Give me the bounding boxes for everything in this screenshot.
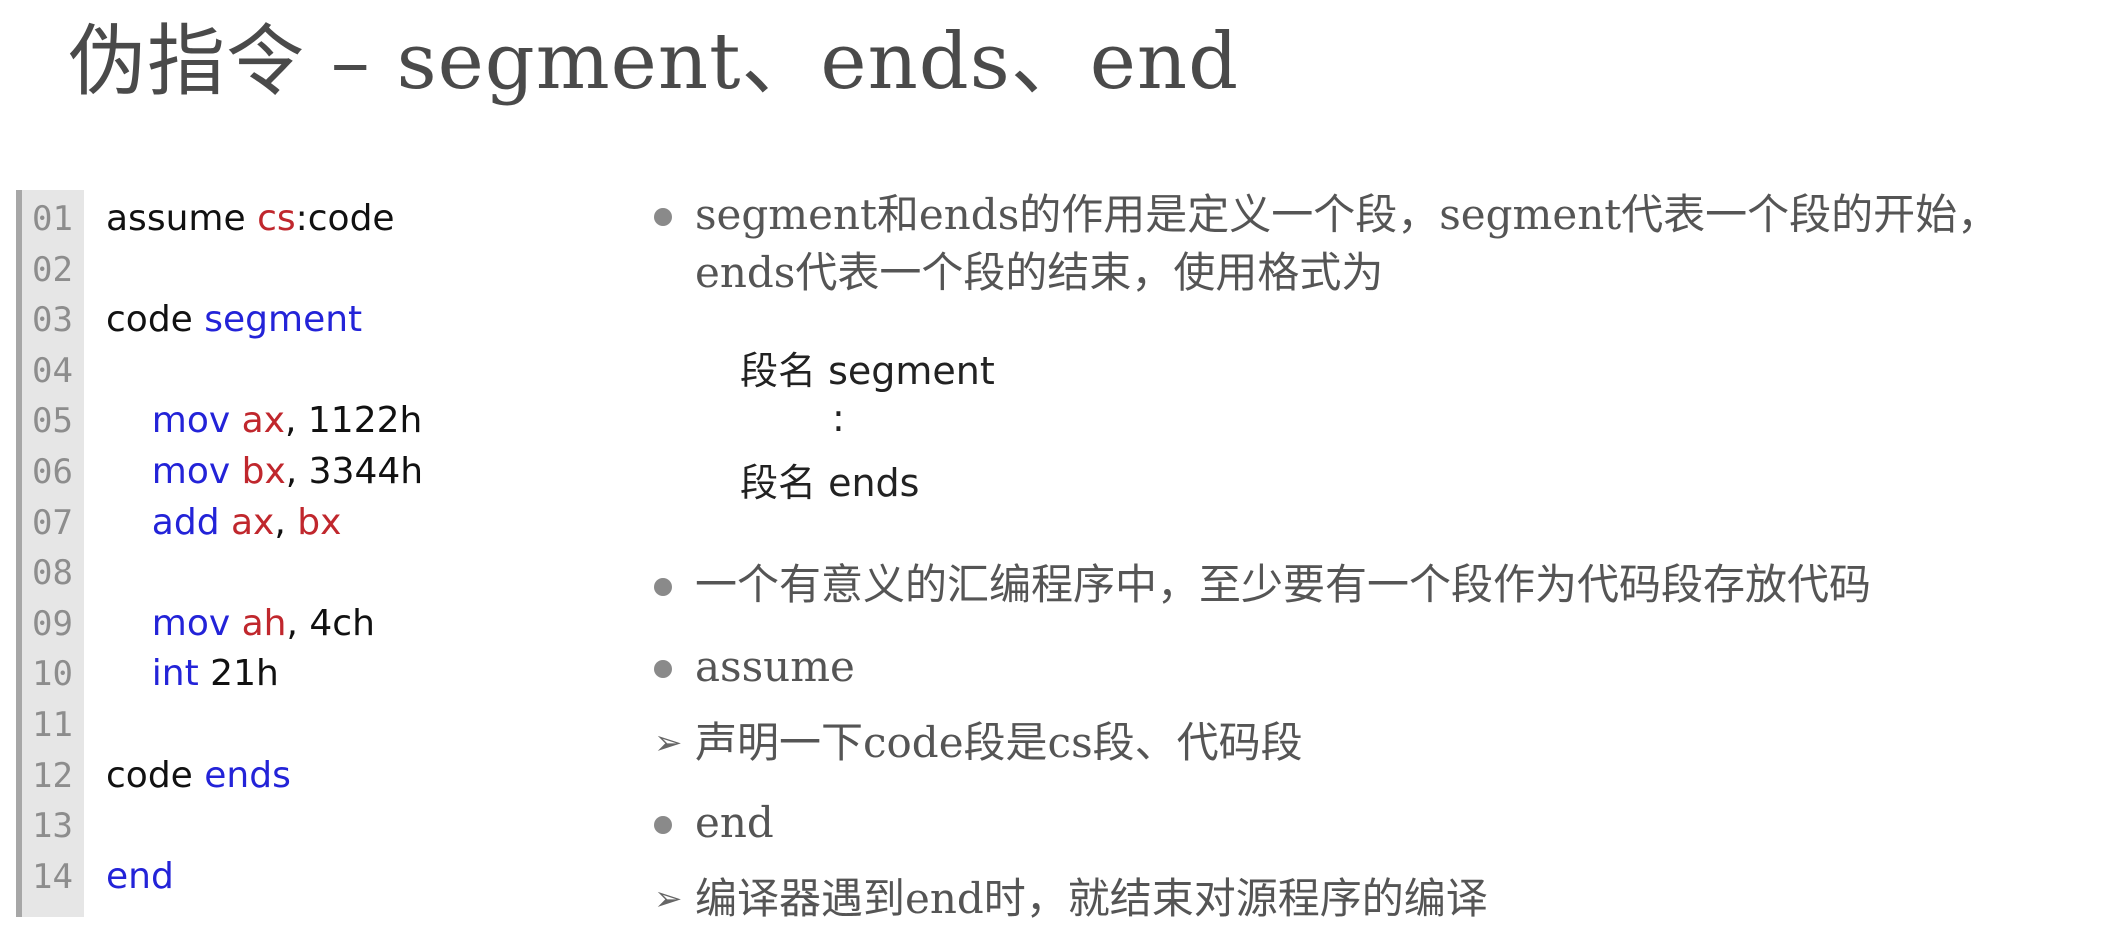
bullet-dot-icon <box>654 208 672 226</box>
code-token-reg: bx <box>241 451 286 492</box>
code-line: 02 <box>16 245 576 296</box>
code-text: add ax, bx <box>106 498 342 548</box>
code-token-kw: ends <box>204 754 291 796</box>
code-token-plain: code <box>106 754 205 796</box>
code-token-reg: bx <box>297 501 342 543</box>
code-text: int 21h <box>106 649 279 699</box>
arrow-right-icon: ➢ <box>654 723 683 763</box>
line-number: 08 <box>32 553 73 594</box>
code-line: 05 mov ax, 1122h <box>16 396 576 447</box>
format-line-ends: 段名 ends <box>740 461 920 505</box>
line-number: 03 <box>32 300 73 341</box>
code-token-num: 21h <box>210 653 279 695</box>
line-number: 05 <box>32 401 73 442</box>
code-token-plain: :code <box>295 198 395 239</box>
code-token-reg: ah <box>241 602 287 644</box>
code-line: 06 mov bx, 3344h <box>16 447 576 498</box>
code-text: code segment <box>106 295 362 345</box>
code-token-kw: add <box>151 501 231 543</box>
code-token-plain: , <box>285 400 308 442</box>
arrow-right-icon: ➢ <box>654 879 683 919</box>
code-token-num: 3344h <box>308 451 424 492</box>
code-token-kw: mov <box>151 400 242 442</box>
code-line: 03 code segment <box>16 295 576 346</box>
code-token-kw: mov <box>151 602 242 644</box>
code-token-kw: mov <box>151 451 242 492</box>
code-line: 12 code ends <box>16 751 576 802</box>
code-token-num: 4ch <box>309 602 375 644</box>
line-number: 01 <box>32 199 73 239</box>
code-text: code ends <box>106 751 291 801</box>
code-text: assume cs:code <box>106 194 395 244</box>
code-text: mov bx, 3344h <box>106 447 423 497</box>
code-line: 04 <box>16 346 576 397</box>
code-token-plain: code <box>106 299 205 341</box>
line-number: 06 <box>32 452 73 492</box>
code-line: 09 mov ah, 4ch <box>16 599 576 650</box>
bullet-dot-icon <box>654 660 672 678</box>
line-number: 02 <box>32 249 73 290</box>
line-number: 11 <box>32 705 73 745</box>
code-token-plain: , <box>274 501 298 543</box>
code-line: 13 <box>16 801 576 852</box>
code-token-reg: ax <box>241 400 285 442</box>
code-line: 01 assume cs:code <box>16 194 576 245</box>
bullet-dot-icon <box>654 816 672 834</box>
format-line-colon: : <box>832 396 845 440</box>
code-token-kw: segment <box>204 299 363 341</box>
code-line: 14 end <box>16 852 576 903</box>
line-number: 12 <box>32 755 73 796</box>
page-title: 伪指令 – segment、ends、end <box>68 17 1240 107</box>
line-number: 09 <box>32 603 73 644</box>
bullet-dot-icon <box>654 578 672 596</box>
line-number: 04 <box>32 350 73 391</box>
code-token-num: 1122h <box>307 400 423 442</box>
line-number: 14 <box>32 856 73 897</box>
code-line: 08 <box>16 548 576 599</box>
code-text: end <box>106 852 174 902</box>
code-line: 07 add ax, bx <box>16 498 576 549</box>
code-line: 11 <box>16 700 576 751</box>
code-token-kw: end <box>106 855 174 897</box>
code-text: mov ax, 1122h <box>106 396 423 446</box>
format-line-segment: 段名 segment <box>740 349 995 393</box>
line-number: 13 <box>32 806 73 847</box>
code-token-plain: , <box>286 602 310 644</box>
code-token-reg: ax <box>231 501 275 543</box>
code-listing: 01 assume cs:code 02 03 code segment 04 05 mov… <box>16 190 576 917</box>
line-number: 07 <box>32 502 73 543</box>
code-text: mov ah, 4ch <box>106 599 375 649</box>
code-token-plain: assume <box>106 198 258 239</box>
line-number: 10 <box>32 654 73 695</box>
code-token-kw: int <box>151 653 211 695</box>
code-token-reg: cs <box>257 198 296 239</box>
code-token-plain: , <box>285 451 309 492</box>
code-line: 10 int 21h <box>16 649 576 700</box>
